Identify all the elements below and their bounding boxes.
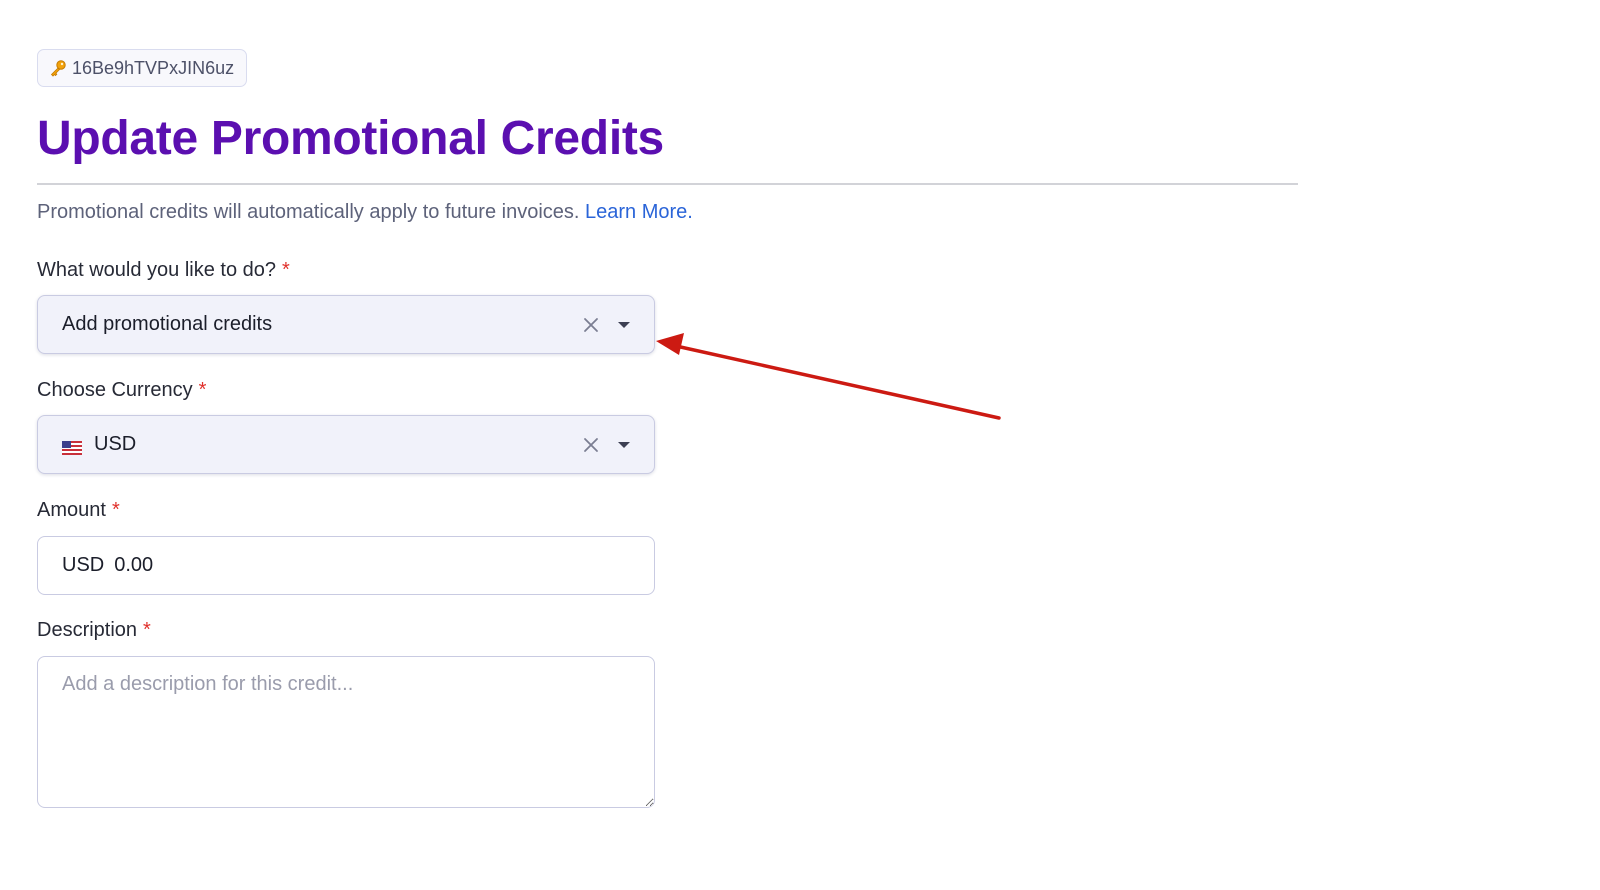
key-icon — [49, 59, 67, 77]
chevron-down-icon[interactable] — [616, 317, 632, 333]
description-label: Description * — [37, 619, 151, 642]
required-marker: * — [143, 619, 151, 641]
amount-field[interactable]: USD — [37, 536, 655, 595]
currency-label-text: Choose Currency — [37, 379, 193, 401]
us-flag-icon — [62, 438, 82, 455]
amount-currency-prefix: USD — [62, 554, 105, 576]
required-marker: * — [282, 259, 290, 281]
title-divider — [37, 183, 1298, 185]
page-title: Update Promotional Credits — [37, 112, 664, 165]
action-selected-value: Add promotional credits — [62, 313, 273, 335]
clear-icon[interactable] — [582, 436, 600, 454]
currency-selected-value: USD — [94, 433, 137, 455]
clear-icon[interactable] — [582, 316, 600, 334]
currency-select[interactable]: USD — [37, 415, 655, 474]
resource-id-chip[interactable]: 16Be9hTVPxJIN6uz — [37, 49, 248, 87]
amount-input[interactable] — [114, 554, 515, 577]
resource-id-text: 16Be9hTVPxJIN6uz — [72, 57, 235, 78]
intro-text: Promotional credits will automatically a… — [37, 201, 693, 224]
required-marker: * — [198, 379, 207, 401]
currency-label: Choose Currency * — [37, 379, 206, 402]
chevron-down-icon[interactable] — [616, 437, 632, 453]
required-marker: * — [111, 499, 120, 521]
amount-label-text: Amount — [37, 499, 106, 521]
page: 16Be9hTVPxJIN6uz Update Promotional Cred… — [0, 0, 1600, 890]
description-label-text: Description — [37, 619, 138, 641]
action-select[interactable]: Add promotional credits — [37, 295, 655, 354]
intro-description: Promotional credits will automatically a… — [37, 201, 580, 223]
action-label-text: What would you like to do? — [37, 259, 277, 281]
learn-more-link[interactable]: Learn More. — [585, 201, 693, 223]
action-label: What would you like to do? * — [37, 259, 290, 282]
description-textarea[interactable] — [37, 656, 655, 808]
amount-label: Amount * — [37, 499, 120, 522]
